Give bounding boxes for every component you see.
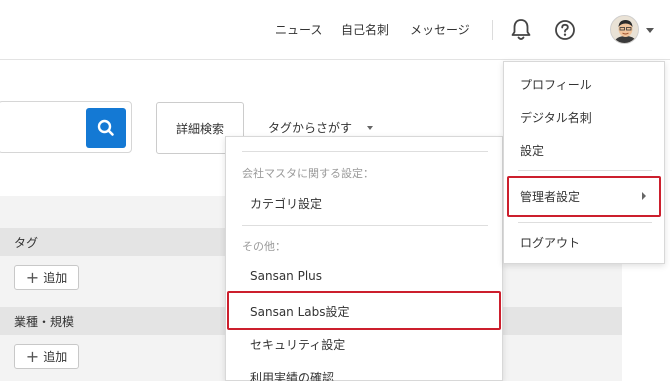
search-icon	[97, 119, 114, 136]
nav-divider	[492, 20, 493, 40]
plus-icon: +	[25, 346, 40, 366]
user-photo	[611, 16, 638, 43]
highlight-box	[227, 291, 501, 330]
menu-group-heading: その他：	[242, 240, 286, 253]
add-tag-button[interactable]: + 追加	[14, 265, 79, 290]
add-label: 追加	[43, 271, 68, 285]
menu-item-usage-history[interactable]: 利用実績の確認	[250, 369, 334, 381]
menu-divider	[518, 222, 652, 223]
menu-divider	[518, 170, 652, 171]
menu-group-heading: 会社マスタに関する設定：	[242, 167, 374, 180]
menu-item-security-settings[interactable]: セキュリティ設定	[250, 336, 345, 353]
help-circle-icon[interactable]	[554, 19, 576, 41]
nav-link-news[interactable]: ニュース	[275, 21, 322, 38]
tag-search-link[interactable]: タグからさがす	[268, 119, 352, 136]
highlight-box	[507, 176, 661, 217]
admin-settings-submenu: 会社マスタに関する設定： カテゴリ設定 その他： Sansan Plus San…	[225, 136, 503, 381]
nav-link-profile-card[interactable]: 自己名刺	[341, 21, 389, 38]
bell-icon[interactable]	[510, 18, 532, 42]
menu-divider	[242, 225, 488, 226]
menu-item-profile[interactable]: プロフィール	[520, 76, 592, 93]
plus-icon: +	[25, 267, 40, 287]
avatar[interactable]	[610, 15, 639, 44]
add-label: 追加	[43, 350, 68, 364]
search-button[interactable]	[86, 108, 126, 148]
nav-link-messages[interactable]: メッセージ	[410, 21, 470, 38]
top-navigation-bar: ニュース 自己名刺 メッセージ	[0, 0, 670, 60]
add-industry-button[interactable]: + 追加	[14, 344, 79, 369]
menu-item-category-settings[interactable]: カテゴリ設定	[250, 195, 322, 212]
section-title-industry: 業種・規模	[14, 315, 75, 329]
menu-item-logout[interactable]: ログアウト	[520, 234, 580, 251]
section-title-tags: タグ	[14, 236, 39, 250]
chevron-down-icon[interactable]	[367, 126, 373, 130]
menu-divider	[242, 151, 488, 152]
user-menu: プロフィール デジタル名刺 設定 管理者設定 ログアウト	[503, 61, 665, 264]
menu-item-sansan-plus[interactable]: Sansan Plus	[250, 269, 322, 283]
menu-item-digital-card[interactable]: デジタル名刺	[520, 109, 592, 126]
menu-item-settings[interactable]: 設定	[520, 142, 544, 159]
chevron-down-icon[interactable]	[646, 28, 654, 33]
